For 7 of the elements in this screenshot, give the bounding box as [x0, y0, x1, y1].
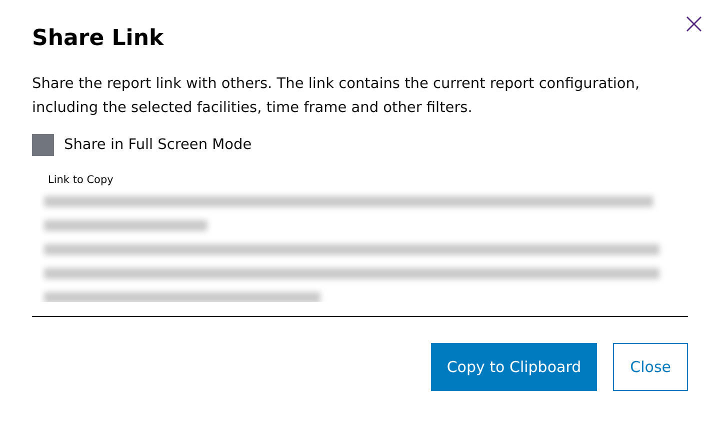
dialog-description: Share the report link with others. The link contains the current report configuration, including the selected facilities, time frame and other filters. — [32, 75, 641, 118]
copy-button[interactable]: Copy to Clipboard — [430, 343, 598, 391]
checkbox-label[interactable]: Share in Full Screen Mode — [64, 137, 252, 153]
dialog-title: Share Link — [32, 25, 165, 53]
close-button[interactable]: Close — [613, 343, 688, 391]
field-label: Link to Copy — [48, 174, 114, 186]
checkbox[interactable] — [32, 134, 54, 156]
